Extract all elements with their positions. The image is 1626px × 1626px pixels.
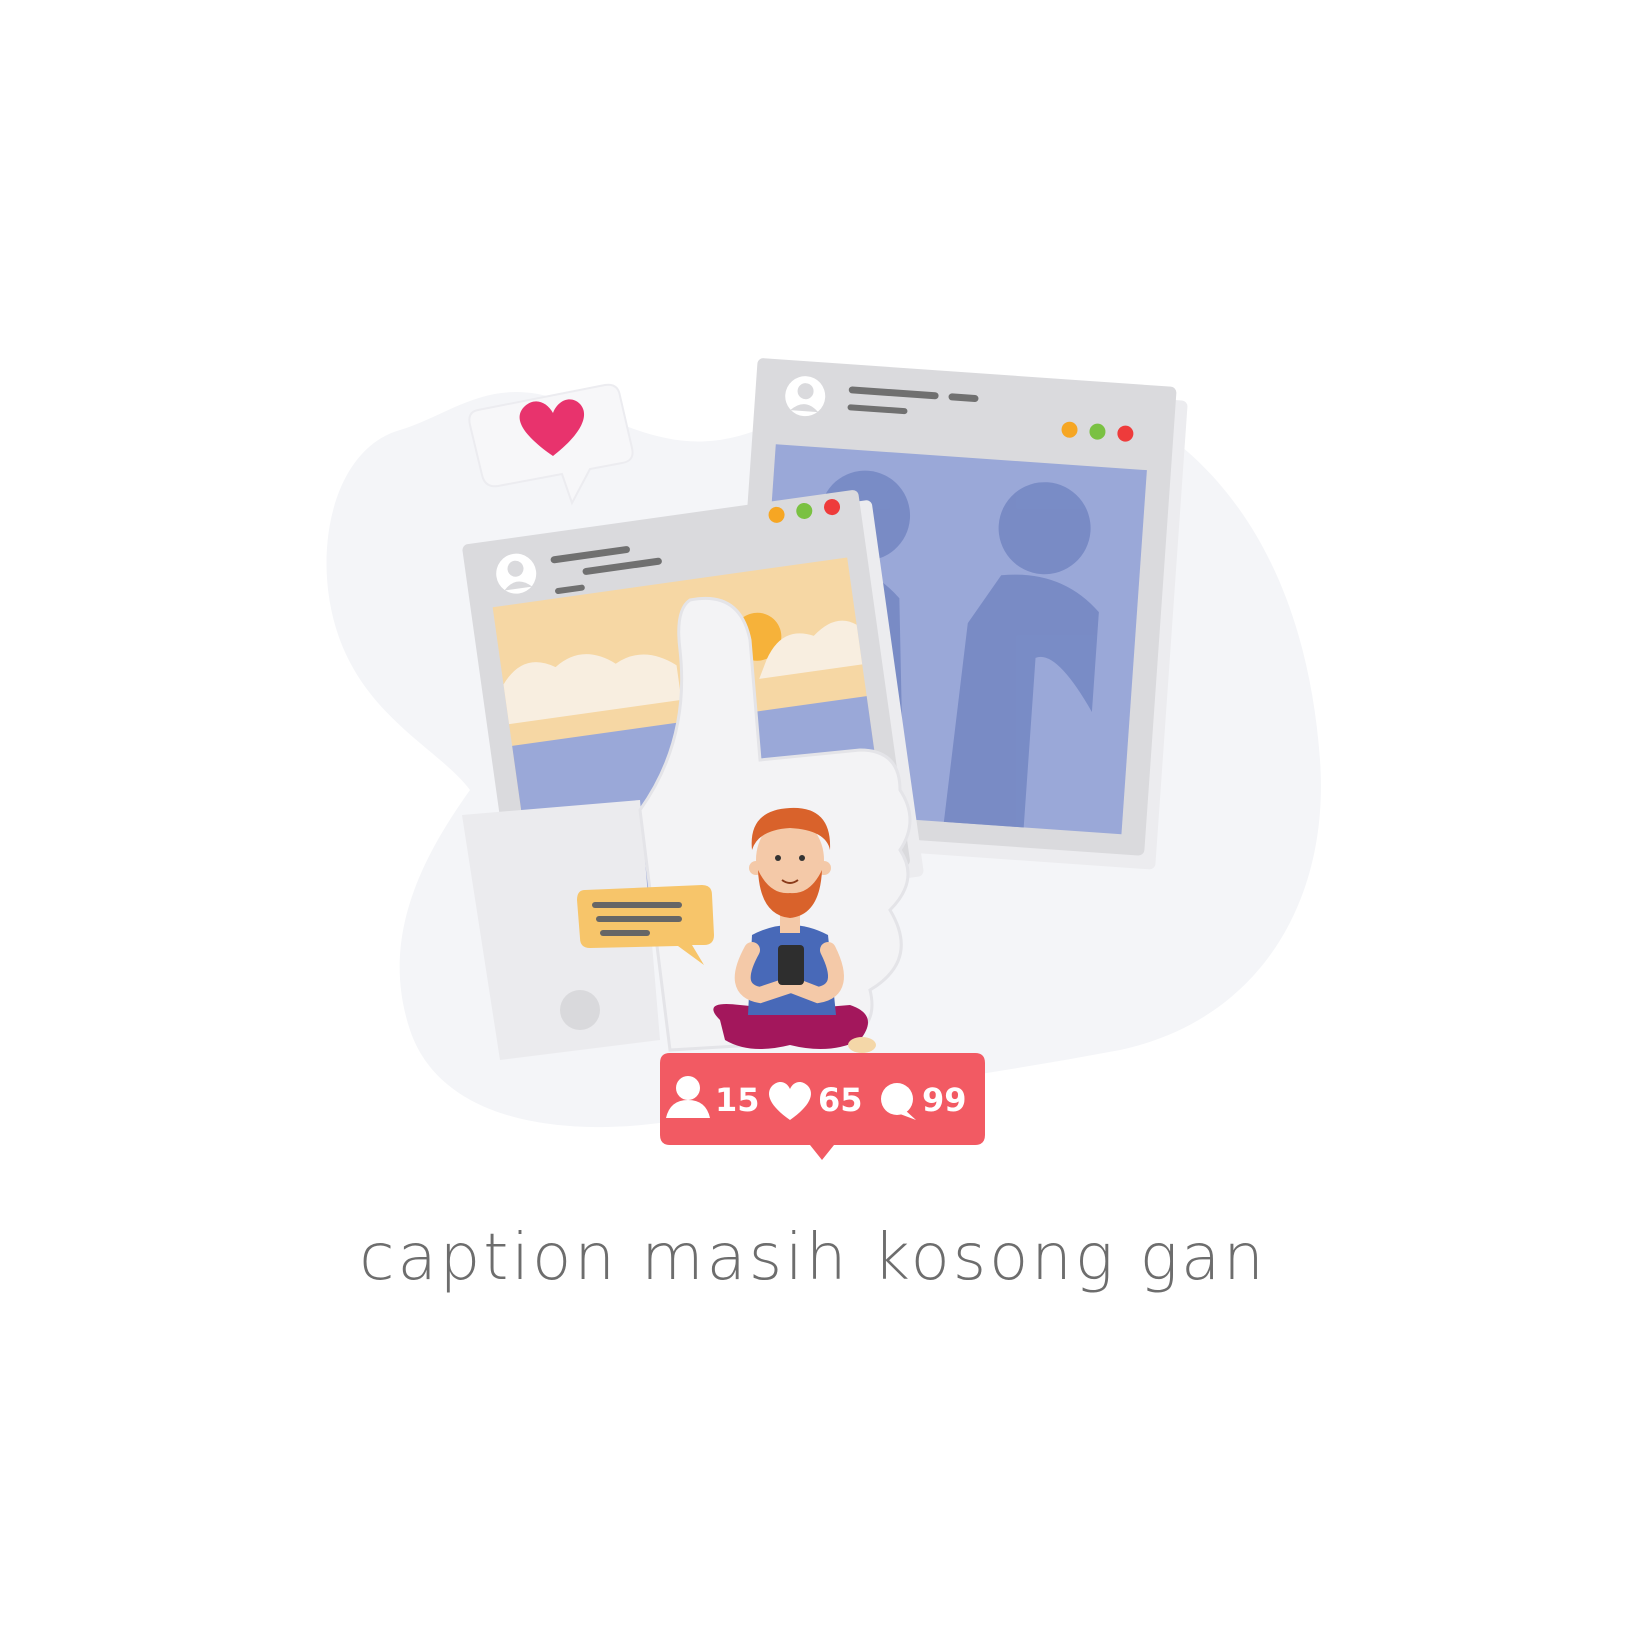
followers-count: 15 (715, 1081, 760, 1119)
illustration-stage: 15 65 99 caption masih kosong gan (0, 0, 1626, 1626)
likes-count: 65 (818, 1081, 863, 1119)
comments-count: 99 (922, 1081, 967, 1119)
phone (778, 945, 804, 985)
notification-badge: 15 65 99 (660, 1053, 985, 1160)
social-media-illustration: 15 65 99 (326, 358, 1321, 1160)
caption-text: caption masih kosong gan (359, 1221, 1267, 1295)
